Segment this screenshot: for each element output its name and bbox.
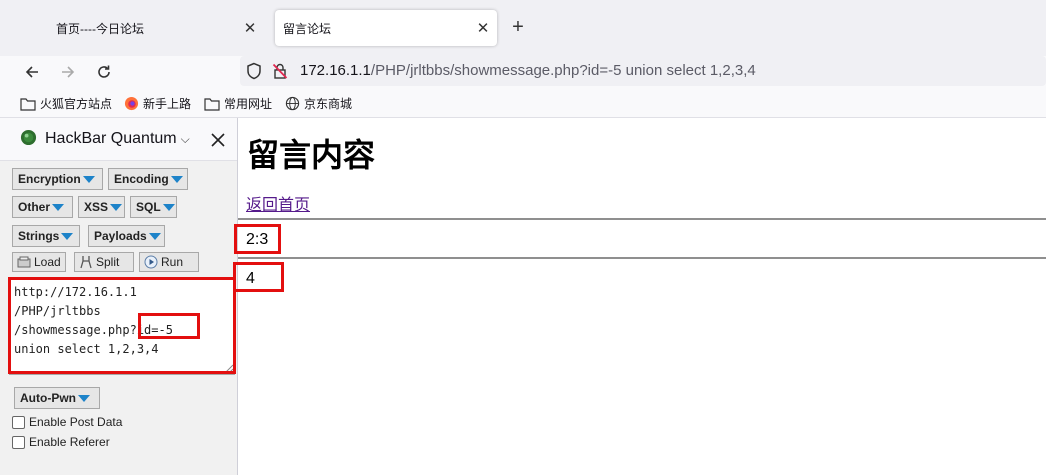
chevron-down-icon[interactable]: ⌵ <box>181 132 190 147</box>
tab-active-title: 留言论坛 <box>283 21 332 36</box>
globe-icon <box>285 96 300 111</box>
url-host: 172.16.1.1 <box>300 62 371 79</box>
tab-home-title: 首页----今日论坛 <box>56 21 144 36</box>
dropdown-triangle-icon <box>170 175 183 183</box>
divider <box>238 257 1046 259</box>
load-icon <box>17 256 31 268</box>
new-tab-icon[interactable]: + <box>506 16 530 40</box>
sidebar-header[interactable]: HackBar Quantum ⌵ <box>0 118 237 161</box>
highlight-box-message-2 <box>233 262 284 292</box>
highlight-box-textarea <box>8 277 236 374</box>
auto-pwn-menu-button[interactable]: Auto-Pwn <box>14 387 100 409</box>
divider <box>238 218 1046 220</box>
dropdown-triangle-icon <box>148 232 161 240</box>
url-text: 172.16.1.1/PHP/jrltbbs/showmessage.php?i… <box>300 62 756 79</box>
run-label: Run <box>161 255 184 269</box>
enable-post-data-label: Enable Post Data <box>29 415 123 429</box>
page-content: 留言内容 返回首页 2:3 4 <box>238 118 1046 475</box>
hackbar-logo-icon <box>20 129 37 149</box>
bookmark-label: 常用网址 <box>224 97 273 111</box>
split-label: Split <box>96 255 120 269</box>
hackbar-title: HackBar Quantum <box>45 130 177 147</box>
bookmark-jd-mall[interactable]: 京东商城 <box>285 95 352 112</box>
bookmark-label: 京东商城 <box>304 97 353 111</box>
firefox-icon <box>124 96 139 111</box>
bookmark-label: 新手上路 <box>143 97 192 111</box>
load-label: Load <box>34 255 61 269</box>
enable-referer-label: Enable Referer <box>29 435 110 449</box>
bookmark-firefox-official[interactable]: 火狐官方站点 <box>20 95 112 112</box>
tab-active-close-icon[interactable]: ✕ <box>469 19 497 37</box>
strings-label: Strings <box>18 229 60 243</box>
strings-menu-button[interactable]: Strings <box>12 225 80 247</box>
payloads-menu-button[interactable]: Payloads <box>88 225 165 247</box>
url-path: /PHP/jrltbbs/showmessage.php?id=-5 union… <box>370 62 756 79</box>
dropdown-triangle-icon <box>162 203 175 211</box>
encoding-menu-button[interactable]: Encoding <box>108 168 188 190</box>
execute-run-button[interactable]: Run <box>139 252 199 272</box>
highlight-box-message-1 <box>234 224 281 254</box>
back-arrow-icon[interactable] <box>20 60 44 84</box>
folder-icon <box>20 97 36 111</box>
forward-arrow-icon[interactable] <box>56 60 80 84</box>
bookmark-common-sites[interactable]: 常用网址 <box>204 95 272 112</box>
play-icon <box>144 255 158 269</box>
auto-pwn-label: Auto-Pwn <box>20 391 76 405</box>
tab-home-close-icon[interactable]: ✕ <box>236 19 264 37</box>
sql-menu-button[interactable]: SQL <box>130 196 177 218</box>
tab-strip: 首页----今日论坛 ✕ 留言论坛 ✕ + <box>0 0 1046 56</box>
enable-post-data-checkbox[interactable]: Enable Post Data <box>12 415 122 429</box>
back-home-link[interactable]: 返回首页 <box>246 191 310 215</box>
address-bar[interactable]: 172.16.1.1/PHP/jrltbbs/showmessage.php?i… <box>240 56 1046 86</box>
dropdown-triangle-icon <box>78 394 90 402</box>
dropdown-triangle-icon <box>52 203 65 211</box>
other-label: Other <box>18 200 51 214</box>
tracking-shield-icon[interactable] <box>246 62 262 83</box>
navigation-bar: 172.16.1.1/PHP/jrltbbs/showmessage.php?i… <box>0 56 1046 88</box>
split-icon <box>80 256 92 269</box>
encoding-label: Encoding <box>114 172 169 186</box>
enable-referer-checkbox[interactable]: Enable Referer <box>12 435 110 449</box>
split-url-button[interactable]: Split <box>74 252 134 272</box>
folder-icon <box>204 97 220 111</box>
reload-icon[interactable] <box>92 60 116 84</box>
encryption-label: Encryption <box>18 172 81 186</box>
tab-home[interactable]: 首页----今日论坛 ✕ <box>10 10 264 46</box>
sql-label: SQL <box>136 200 161 214</box>
checkbox-box[interactable] <box>12 415 25 429</box>
bookmark-getting-started[interactable]: 新手上路 <box>124 95 191 112</box>
close-sidebar-icon[interactable] <box>208 130 228 150</box>
bookmark-label: 火狐官方站点 <box>40 97 113 111</box>
dropdown-triangle-icon <box>110 203 123 211</box>
insecure-lock-icon[interactable] <box>272 62 288 83</box>
dropdown-triangle-icon <box>82 175 95 183</box>
payloads-label: Payloads <box>94 229 147 243</box>
xss-label: XSS <box>84 200 109 214</box>
encryption-menu-button[interactable]: Encryption <box>12 168 103 190</box>
xss-menu-button[interactable]: XSS <box>78 196 125 218</box>
other-menu-button[interactable]: Other <box>12 196 73 218</box>
dropdown-triangle-icon <box>61 232 74 240</box>
page-title: 留言内容 <box>247 137 376 173</box>
highlight-box-id-param <box>138 313 200 339</box>
tab-active[interactable]: 留言论坛 ✕ <box>275 10 497 46</box>
checkbox-box[interactable] <box>12 435 25 449</box>
bookmarks-toolbar: 火狐官方站点 新手上路 常用网址 京东商城 <box>0 88 1046 118</box>
load-url-button[interactable]: Load <box>12 252 66 272</box>
